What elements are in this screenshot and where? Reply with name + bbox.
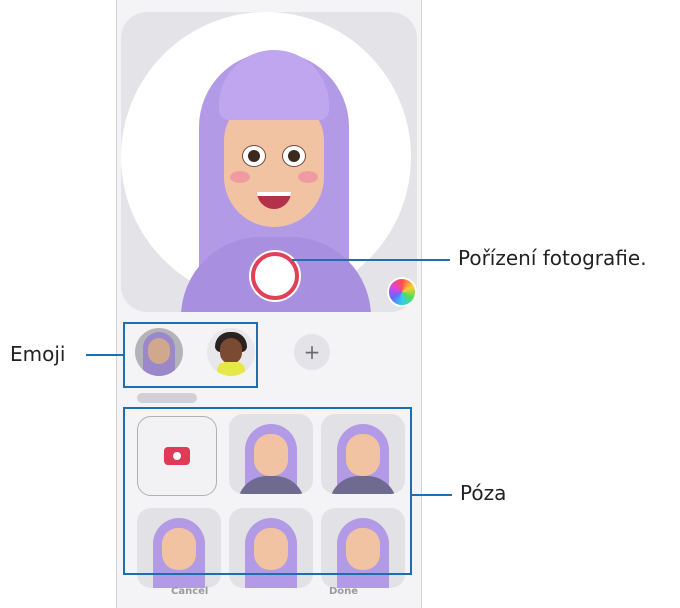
avatar-cheek-left — [230, 171, 250, 183]
emoji-callout-box — [123, 322, 258, 388]
pose-callout-line — [412, 494, 452, 496]
add-emoji-button[interactable]: + — [294, 334, 330, 370]
emoji-callout-label: Emoji — [10, 342, 66, 366]
bottom-bar: Cancel Done — [117, 576, 421, 608]
avatar-eye-right — [282, 145, 306, 167]
color-palette-icon[interactable] — [387, 277, 417, 307]
camera-preview — [121, 12, 417, 312]
emoji-callout-line — [86, 354, 123, 356]
done-button[interactable]: Done — [329, 586, 358, 597]
avatar-cheek-right — [298, 171, 318, 183]
avatar-mouth — [257, 192, 291, 209]
pose-callout-box — [123, 407, 412, 575]
avatar-eye-left — [242, 145, 266, 167]
pose-section-label — [137, 393, 197, 403]
capture-callout-label: Pořízení fotografie. — [458, 246, 647, 270]
cancel-button[interactable]: Cancel — [171, 586, 208, 597]
capture-callout-line — [292, 259, 450, 261]
pose-callout-label: Póza — [460, 481, 507, 505]
